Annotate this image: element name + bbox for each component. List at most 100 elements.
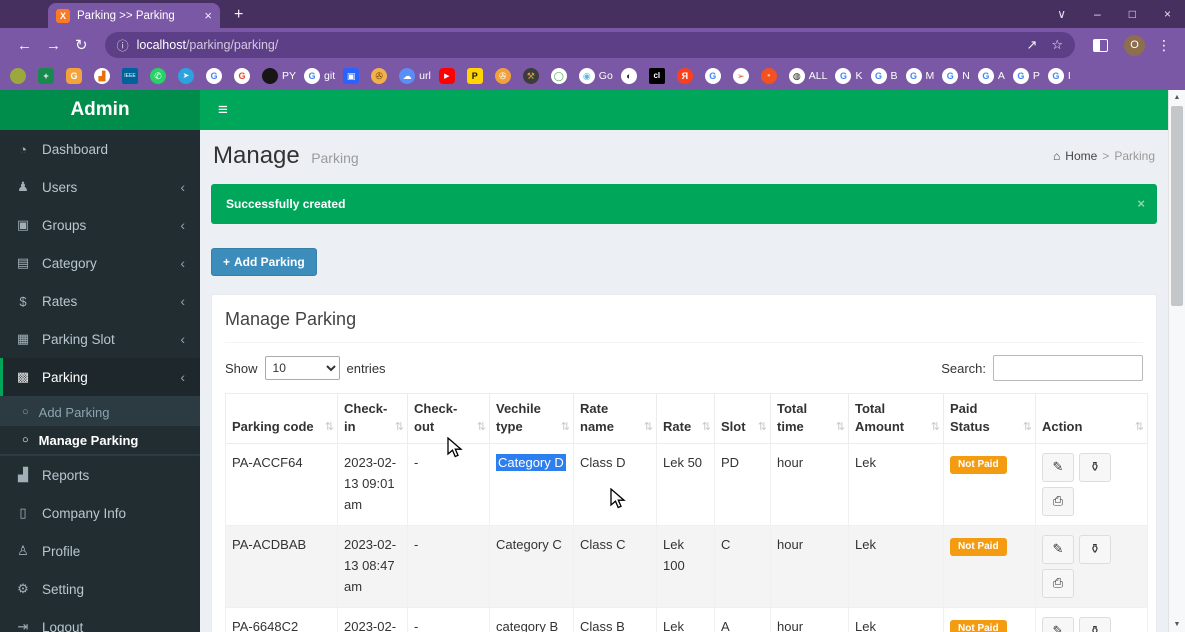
column-header[interactable]: Paid Status ⇅ (943, 392, 1036, 445)
sidebar-item-parking[interactable]: ▩ Parking ‹ (0, 358, 200, 396)
bookmark-item[interactable]: ✇ (371, 68, 391, 84)
bookmark-item[interactable]: ▣ (343, 68, 363, 84)
sidebar-item[interactable]: ⇥ Logout (0, 608, 200, 632)
bookmark-item[interactable]: ◯ (550, 68, 571, 84)
bookmark-item[interactable]: PY (262, 68, 296, 84)
bookmark-item[interactable]: ▟ (94, 68, 114, 84)
bookmark-item[interactable]: G (206, 68, 226, 84)
sidebar-item[interactable]: ▯ Company Info (0, 494, 200, 532)
sort-icon[interactable]: ⇅ (477, 420, 486, 435)
bookmark-item[interactable]: G K (835, 68, 863, 84)
bookmark-item[interactable]: + (38, 68, 58, 84)
bookmark-item[interactable]: ➢ (732, 68, 753, 84)
window-minimize-button[interactable]: – (1094, 7, 1101, 21)
sidebar-item-add-parking[interactable]: ○ Add Parking (0, 398, 200, 426)
column-header[interactable]: Parking code ⇅ (225, 392, 338, 445)
scrollbar-thumb[interactable] (1171, 106, 1183, 306)
sort-icon[interactable]: ⇅ (836, 420, 845, 435)
tab-close-icon[interactable]: × (204, 8, 212, 23)
window-close-button[interactable]: × (1164, 7, 1171, 21)
bookmark-item[interactable]: ⚒ (522, 68, 543, 84)
column-header[interactable]: Vechile type ⇅ (489, 392, 574, 445)
print-button[interactable]: ⎙ (1042, 487, 1074, 517)
sort-icon[interactable]: ⇅ (931, 420, 940, 435)
sidebar-item[interactable]: ⚙ Setting (0, 570, 200, 608)
column-header[interactable]: Check-in ⇅ (337, 392, 408, 445)
sort-icon[interactable]: ⇅ (395, 420, 404, 435)
bookmark-item[interactable] (10, 68, 30, 84)
site-info-icon[interactable]: ⓘ (117, 37, 129, 54)
bookmark-item[interactable]: G (66, 68, 86, 84)
bookmark-item[interactable]: G P (1012, 68, 1040, 84)
hamburger-menu-icon[interactable]: ≡ (218, 100, 228, 120)
column-header[interactable]: Total Amount ⇅ (848, 392, 944, 445)
browser-menu-icon[interactable]: ⋮ (1157, 37, 1171, 54)
delete-button[interactable]: ⚱ (1079, 617, 1111, 632)
print-button[interactable]: ⎙ (1042, 569, 1074, 599)
bookmark-item[interactable]: P (466, 68, 487, 84)
sidebar-item-manage-parking[interactable]: ○ Manage Parking (0, 426, 200, 454)
add-parking-button[interactable]: + Add Parking (211, 248, 317, 276)
share-icon[interactable]: ↗ (1026, 37, 1037, 53)
side-panel-icon[interactable] (1093, 38, 1108, 52)
scroll-down-arrow[interactable]: ▼ (1169, 621, 1185, 628)
bookmark-item[interactable]: ☁ url (399, 68, 431, 84)
bookmark-item[interactable]: ◉ Go (578, 68, 613, 84)
bookmark-item[interactable]: ➤ (178, 68, 198, 84)
sidebar-item[interactable]: ▣ Groups ‹ (0, 206, 200, 244)
sidebar-item[interactable]: ♟ Users ‹ (0, 168, 200, 206)
bookmark-item[interactable]: G I (1047, 68, 1071, 84)
bookmark-item[interactable]: G (704, 68, 725, 84)
bookmark-item[interactable]: ● (760, 68, 781, 84)
bookmark-item[interactable]: G A (977, 68, 1005, 84)
chrome-menu-chevron-icon[interactable]: ∨ (1057, 7, 1066, 21)
bookmark-item[interactable]: cl (648, 68, 669, 84)
sort-icon[interactable]: ⇅ (325, 420, 334, 435)
window-maximize-button[interactable]: □ (1129, 7, 1136, 21)
back-button[interactable]: ← (17, 37, 32, 54)
address-bar[interactable]: ⓘ localhost /parking/parking/ ↗ ☆ (104, 32, 1075, 58)
profile-avatar[interactable]: O (1124, 34, 1145, 56)
sort-icon[interactable]: ⇅ (561, 420, 570, 435)
column-header[interactable]: Rate name ⇅ (573, 392, 657, 445)
sort-icon[interactable]: ⇅ (644, 420, 653, 435)
sidebar-item[interactable]: $ Rates ‹ (0, 282, 200, 320)
bookmark-item[interactable]: ◍ ALL (788, 68, 827, 84)
sort-icon[interactable]: ⇅ (1023, 420, 1032, 435)
column-header[interactable]: Total time ⇅ (770, 392, 849, 445)
reload-button[interactable]: ↻ (75, 36, 88, 54)
sidebar-item[interactable]: ▤ Category ‹ (0, 244, 200, 282)
bookmark-item[interactable]: G N (942, 68, 970, 84)
page-length-select[interactable]: 10 (264, 356, 340, 380)
column-header[interactable]: Slot ⇅ (714, 392, 771, 445)
bookmark-star-icon[interactable]: ☆ (1051, 37, 1063, 53)
search-input[interactable] (993, 355, 1143, 381)
bookmark-item[interactable]: IEEE (122, 68, 142, 84)
bookmark-item[interactable]: G (234, 68, 254, 84)
column-header[interactable]: Rate ⇅ (656, 392, 715, 445)
bookmark-item[interactable]: ✆ (150, 68, 170, 84)
bookmark-item[interactable]: Я (676, 68, 697, 84)
alert-close-icon[interactable]: × (1137, 196, 1145, 211)
column-header[interactable]: Action ⇅ (1035, 392, 1148, 445)
bookmark-item[interactable]: G B (870, 68, 898, 84)
bookmark-item[interactable]: ✇ (494, 68, 515, 84)
sort-icon[interactable]: ⇅ (1135, 420, 1144, 435)
delete-button[interactable]: ⚱ (1079, 453, 1111, 483)
browser-tab[interactable]: X Parking >> Parking × (48, 3, 220, 28)
bookmark-item[interactable]: ▶ (438, 68, 459, 84)
bookmark-item[interactable]: G M (905, 68, 934, 84)
sort-icon[interactable]: ⇅ (758, 420, 767, 435)
scroll-up-arrow[interactable]: ▲ (1169, 94, 1185, 101)
sidebar-item[interactable]: ▟ Reports (0, 456, 200, 494)
page-scrollbar[interactable]: ▲ ▼ (1168, 90, 1185, 632)
bookmark-item[interactable]: ◐ (620, 68, 641, 84)
edit-button[interactable]: ✎ (1042, 617, 1074, 632)
edit-button[interactable]: ✎ (1042, 535, 1074, 565)
breadcrumb-home[interactable]: Home (1065, 149, 1097, 163)
sidebar-item[interactable]: ♙ Profile (0, 532, 200, 570)
bookmark-item[interactable]: G git (304, 68, 335, 84)
sort-icon[interactable]: ⇅ (702, 420, 711, 435)
new-tab-button[interactable]: + (234, 6, 243, 24)
sidebar-item[interactable]: ▦ Parking Slot ‹ (0, 320, 200, 358)
